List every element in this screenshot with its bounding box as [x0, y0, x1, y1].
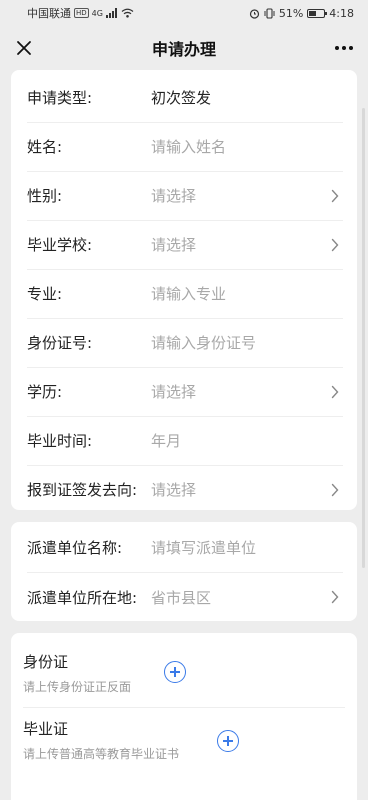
- field-value[interactable]: 请输入专业: [151, 283, 339, 304]
- hd-badge: HD: [74, 8, 89, 18]
- upload-item: 毕业证请上传普通高等教育毕业证书: [23, 707, 345, 774]
- carrier-label: 中国联通: [27, 7, 71, 20]
- field-value[interactable]: 请选择: [151, 479, 331, 500]
- field-label: 性别:: [27, 187, 63, 205]
- chevron-right-icon: [331, 238, 339, 251]
- field-value[interactable]: 请输入姓名: [151, 136, 339, 157]
- form-row[interactable]: 学历: 请选择: [11, 367, 357, 416]
- add-upload-button[interactable]: [217, 730, 239, 752]
- field-value[interactable]: 请填写派遣单位: [151, 537, 339, 558]
- battery-percent: 51%: [278, 6, 304, 20]
- chevron-right-icon: [331, 385, 339, 398]
- field-label: 专业:: [27, 285, 63, 303]
- form-row[interactable]: 专业: 请输入专业: [11, 269, 357, 318]
- more-icon: [335, 46, 353, 50]
- upload-hint: 请上传普通高等教育毕业证书: [23, 747, 180, 761]
- network-label: 4G: [91, 8, 103, 18]
- battery-fill: [309, 10, 317, 16]
- status-bar: 中国联通 HD 4G 51% 4:18: [0, 0, 368, 26]
- upload-item: 身份证 请上传身份证正反面: [23, 641, 345, 707]
- clock: 4:18: [329, 6, 354, 20]
- form-row[interactable]: 姓名: 请输入姓名: [11, 122, 357, 171]
- field-value[interactable]: 请选择: [151, 381, 331, 402]
- field-value[interactable]: 请选择: [151, 185, 331, 206]
- form-row[interactable]: 申请类型: 初次签发: [11, 73, 357, 122]
- field-label: 报到证签发去向:: [27, 481, 138, 499]
- close-button[interactable]: [10, 34, 38, 62]
- field-value[interactable]: 初次签发: [151, 87, 339, 108]
- nav-bar: 申请办理: [0, 26, 368, 70]
- chevron-right-icon: [331, 189, 339, 202]
- field-label: 毕业时间:: [27, 432, 93, 450]
- form-row[interactable]: 毕业时间: 年月: [11, 416, 357, 465]
- field-label: 姓名:: [27, 138, 63, 156]
- page-title: 申请办理: [151, 40, 216, 59]
- field-label: 毕业学校:: [27, 236, 93, 254]
- form-row[interactable]: 报到证签发去向: 请选择: [11, 465, 357, 514]
- form-row[interactable]: 性别: 请选择: [11, 171, 357, 220]
- applicant-form-card: 申请类型: 初次签发 姓名: 请输入姓名 性别: 请选择 毕业学校: 请选择 专业: 请输入专业身…: [11, 70, 357, 510]
- upload-title: 毕业证: [23, 720, 69, 738]
- close-icon: [17, 41, 31, 55]
- chevron-right-icon: [331, 590, 339, 604]
- more-button[interactable]: [330, 34, 358, 62]
- form-row[interactable]: 派遣单位名称: 请填写派遣单位: [11, 522, 357, 572]
- alarm-icon: [249, 8, 259, 19]
- upload-hint: 请上传身份证正反面: [23, 680, 132, 694]
- add-upload-button[interactable]: [164, 661, 186, 683]
- chevron-right-icon: [331, 483, 339, 496]
- form-row[interactable]: 毕业学校: 请选择: [11, 220, 357, 269]
- form-row[interactable]: 派遣单位所在地: 省市县区: [11, 572, 357, 622]
- status-right: 51% 4:18: [249, 7, 354, 20]
- upload-card: 身份证 请上传身份证正反面毕业证请上传普通高等教育毕业证书: [11, 633, 357, 800]
- form-row[interactable]: 身份证号: 请输入身份证号: [11, 318, 357, 367]
- wifi-icon: [121, 8, 134, 18]
- field-label: 派遣单位名称:: [27, 538, 123, 557]
- field-value[interactable]: 请输入身份证号: [151, 332, 339, 353]
- dispatch-form-card: 派遣单位名称: 请填写派遣单位派遣单位所在地: 省市县区: [11, 522, 357, 621]
- field-label: 学历:: [27, 383, 63, 401]
- field-label: 申请类型:: [27, 89, 93, 107]
- status-left: 中国联通 HD 4G: [27, 5, 134, 21]
- field-label: 身份证号:: [27, 334, 93, 352]
- field-value[interactable]: 年月: [151, 430, 339, 451]
- signal-icon: [105, 8, 117, 18]
- field-label: 派遣单位所在地:: [27, 588, 138, 607]
- battery-icon: [307, 8, 328, 18]
- field-value[interactable]: 省市县区: [151, 587, 331, 608]
- vibrate-icon: [264, 7, 275, 19]
- field-value[interactable]: 请选择: [151, 234, 331, 255]
- scrollbar[interactable]: [362, 108, 365, 568]
